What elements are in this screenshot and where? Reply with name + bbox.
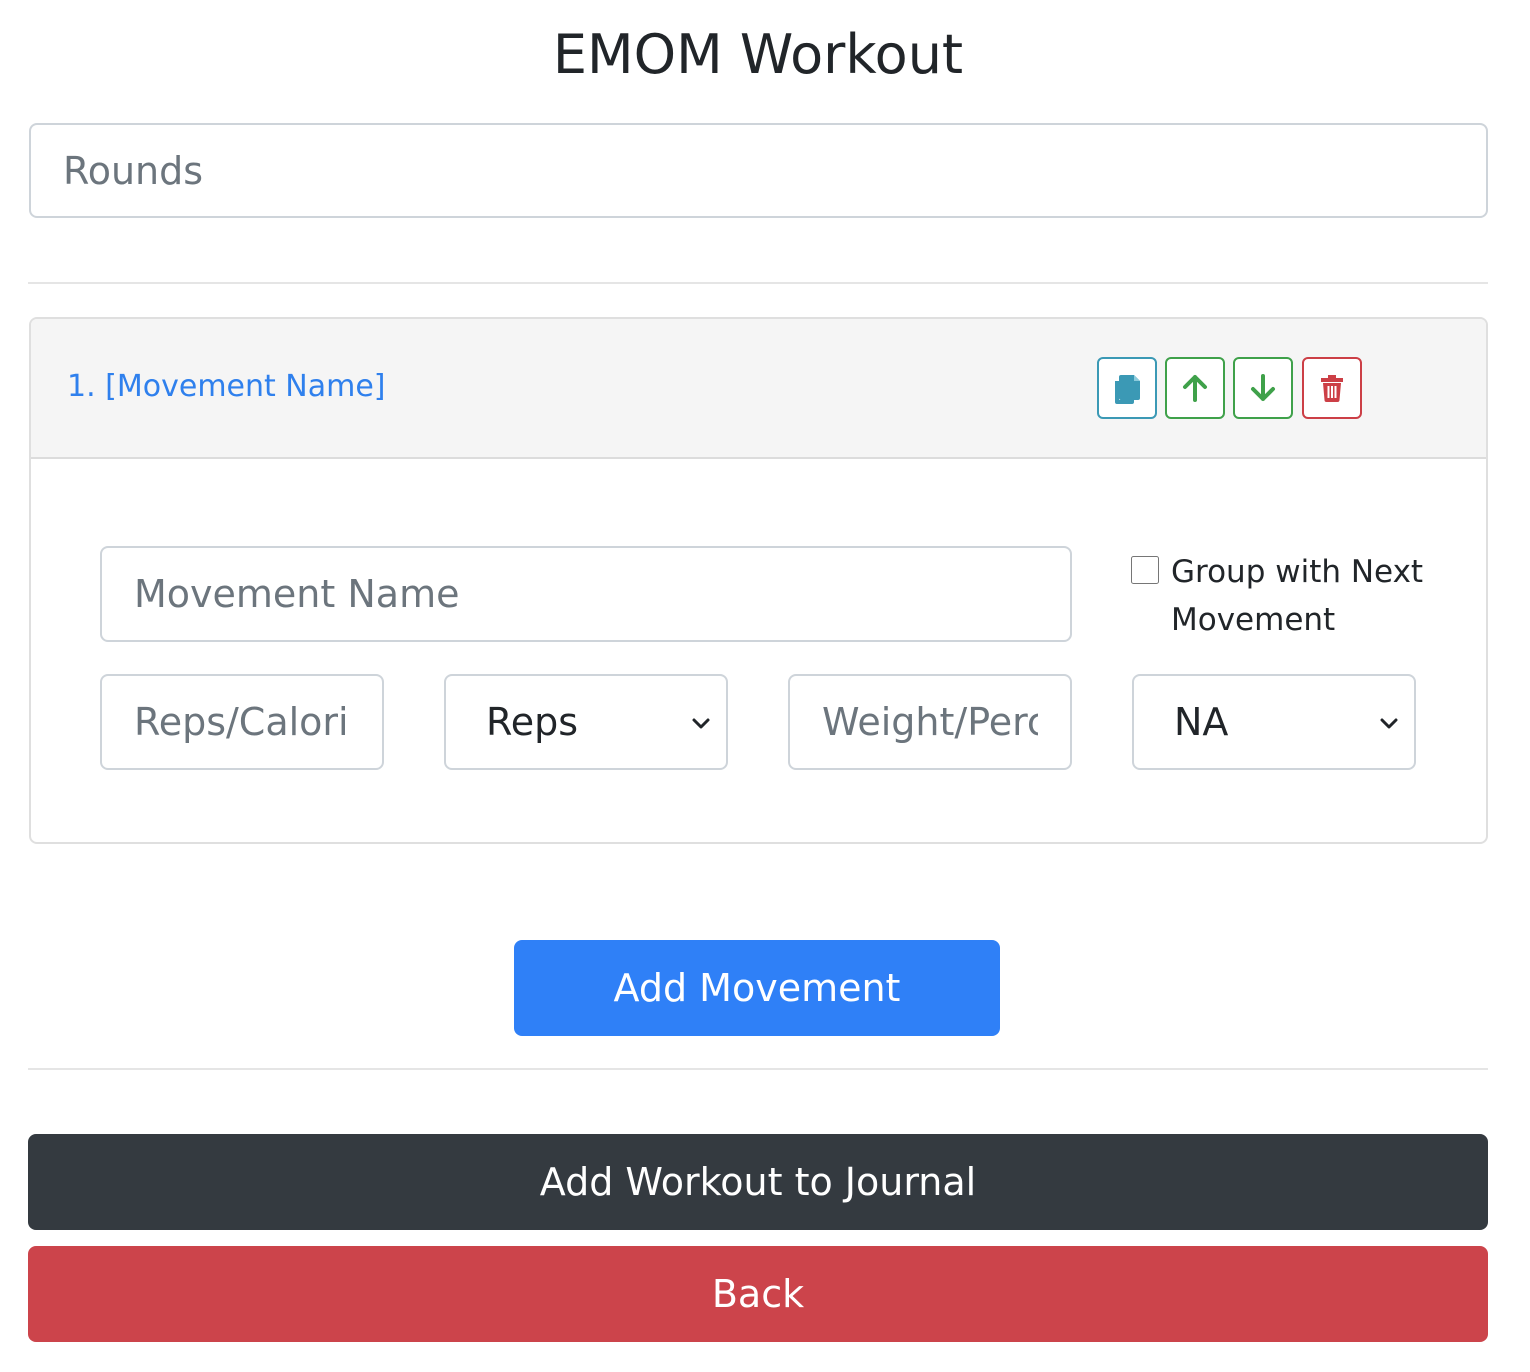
page-title: EMOM Workout	[552, 23, 964, 86]
copy-icon	[1115, 375, 1140, 404]
add-workout-to-journal-button[interactable]: Add Workout to Journal	[28, 1134, 1488, 1230]
move-up-button[interactable]	[1165, 357, 1225, 419]
rounds-input[interactable]	[29, 123, 1488, 218]
reps-unit-select[interactable]: Reps	[444, 674, 728, 770]
chevron-down-icon	[1380, 718, 1398, 729]
chevron-down-icon	[692, 718, 710, 729]
weight-percentage-input[interactable]	[788, 674, 1072, 770]
movement-card-header: 1. [Movement Name]	[31, 319, 1486, 459]
reps-calories-input[interactable]	[100, 674, 384, 770]
duplicate-movement-button[interactable]	[1097, 357, 1157, 419]
weight-unit-select[interactable]: NA	[1132, 674, 1416, 770]
arrow-down-icon	[1251, 374, 1275, 401]
group-with-next-label[interactable]: Group with Next Movement	[1171, 548, 1431, 644]
arrow-up-icon	[1183, 375, 1207, 402]
group-with-next-checkbox[interactable]	[1131, 556, 1159, 584]
delete-movement-button[interactable]	[1302, 357, 1362, 419]
back-button[interactable]: Back	[28, 1246, 1488, 1342]
divider	[28, 1068, 1488, 1070]
reps-unit-value: Reps	[486, 700, 578, 744]
trash-icon	[1321, 375, 1343, 402]
movement-card-title[interactable]: 1. [Movement Name]	[67, 367, 386, 407]
move-down-button[interactable]	[1233, 357, 1293, 419]
weight-unit-value: NA	[1174, 700, 1229, 744]
divider	[28, 282, 1488, 284]
emom-workout-page: EMOM Workout 1. [Movement Name]	[0, 0, 1530, 1372]
add-movement-button[interactable]: Add Movement	[514, 940, 1000, 1036]
movement-name-input[interactable]	[100, 546, 1072, 642]
